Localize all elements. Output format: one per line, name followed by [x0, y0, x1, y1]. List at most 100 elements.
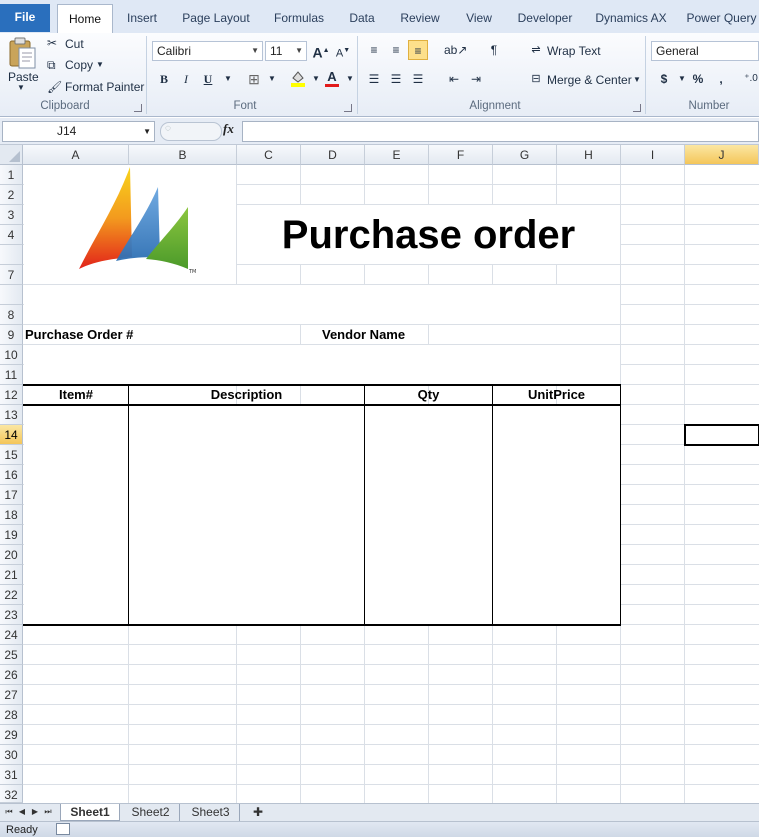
- sheet-tab-active[interactable]: Sheet1: [60, 804, 120, 821]
- select-all-corner[interactable]: [0, 145, 23, 165]
- align-right-icon[interactable]: ☰: [408, 69, 428, 89]
- row-header[interactable]: 13: [0, 405, 23, 425]
- copy-dropdown-icon[interactable]: ▼: [96, 60, 104, 69]
- align-bottom-icon[interactable]: ≡: [408, 40, 428, 60]
- cut-icon[interactable]: ✂: [47, 36, 57, 50]
- format-painter-icon[interactable]: 🖌: [47, 80, 62, 94]
- prev-sheet-icon[interactable]: ◀: [17, 804, 27, 821]
- tab-home[interactable]: Home: [57, 4, 113, 34]
- font-color-button[interactable]: A: [322, 67, 342, 87]
- underline-button[interactable]: U: [198, 69, 218, 89]
- row-header[interactable]: 4: [0, 225, 23, 245]
- row-header[interactable]: 16: [0, 465, 23, 485]
- row-header[interactable]: 27: [0, 685, 23, 705]
- underline-dropdown-icon[interactable]: ▼: [218, 69, 238, 89]
- sheet-tab[interactable]: Sheet2: [122, 804, 180, 821]
- paste-dropdown-icon[interactable]: ▼: [17, 83, 25, 92]
- row-header[interactable]: 3: [0, 205, 23, 225]
- orientation-icon[interactable]: ab↗: [444, 40, 467, 60]
- column-header[interactable]: F: [429, 145, 493, 165]
- row-header[interactable]: 31: [0, 765, 23, 785]
- clipboard-launcher-icon[interactable]: [134, 104, 142, 112]
- active-cell[interactable]: [684, 424, 759, 446]
- paragraph-direction-icon[interactable]: ¶: [484, 40, 504, 60]
- formula-input[interactable]: [242, 121, 759, 142]
- row-header[interactable]: 10: [0, 345, 23, 365]
- tab-view[interactable]: View: [458, 4, 500, 32]
- increase-indent-icon[interactable]: ⇥: [466, 69, 486, 89]
- column-header[interactable]: E: [365, 145, 429, 165]
- comma-button[interactable]: ,: [711, 69, 731, 89]
- row-header[interactable]: 2: [0, 185, 23, 205]
- fx-icon[interactable]: fx: [223, 121, 234, 137]
- insert-sheet-icon[interactable]: ✚: [246, 804, 270, 821]
- decrease-indent-icon[interactable]: ⇤: [444, 69, 464, 89]
- sheet-tab[interactable]: Sheet3: [182, 804, 240, 821]
- table-header-unitprice[interactable]: UnitPrice: [493, 387, 620, 402]
- row-header[interactable]: 18: [0, 505, 23, 525]
- fill-color-icon[interactable]: [288, 68, 308, 88]
- grow-font-icon[interactable]: A▲: [311, 41, 331, 61]
- row-header[interactable]: 28: [0, 705, 23, 725]
- row-header[interactable]: 30: [0, 745, 23, 765]
- column-header[interactable]: C: [237, 145, 301, 165]
- currency-button[interactable]: $: [654, 69, 674, 89]
- column-header[interactable]: A: [23, 145, 129, 165]
- column-header[interactable]: B: [129, 145, 237, 165]
- row-header[interactable]: 1: [0, 165, 23, 185]
- merge-center-button[interactable]: Merge & Center: [547, 73, 632, 87]
- borders-icon[interactable]: ⊞: [244, 69, 264, 89]
- percent-button[interactable]: %: [688, 69, 708, 89]
- cut-button[interactable]: Cut: [65, 37, 84, 51]
- paste-button[interactable]: Paste: [8, 70, 39, 84]
- copy-button[interactable]: Copy: [65, 58, 93, 72]
- row-header[interactable]: 32: [0, 785, 23, 803]
- row-header[interactable]: 25: [0, 645, 23, 665]
- first-sheet-icon[interactable]: ⏮: [4, 804, 14, 821]
- number-format-combo[interactable]: General: [651, 41, 759, 61]
- row-header[interactable]: 17: [0, 485, 23, 505]
- bold-button[interactable]: B: [154, 69, 174, 89]
- row-header[interactable]: 11: [0, 365, 23, 385]
- tab-developer[interactable]: Developer: [510, 4, 580, 32]
- table-header-item[interactable]: Item#: [24, 387, 128, 402]
- table-header-qty[interactable]: Qty: [365, 387, 492, 402]
- alignment-launcher-icon[interactable]: [633, 104, 641, 112]
- row-header[interactable]: 24: [0, 625, 23, 645]
- row-header[interactable]: 20: [0, 545, 23, 565]
- wrap-text-icon[interactable]: ⇌: [526, 40, 546, 60]
- column-header[interactable]: D: [301, 145, 365, 165]
- macro-record-icon[interactable]: [56, 823, 70, 835]
- column-header[interactable]: G: [493, 145, 557, 165]
- last-sheet-icon[interactable]: ⏭: [43, 804, 53, 821]
- row-header[interactable]: 21: [0, 565, 23, 585]
- row-header[interactable]: [0, 285, 23, 305]
- row-header-selected[interactable]: 14: [0, 425, 23, 445]
- column-header[interactable]: H: [557, 145, 621, 165]
- tab-power-query[interactable]: Power Query: [684, 4, 759, 32]
- row-header[interactable]: 15: [0, 445, 23, 465]
- table-header-description[interactable]: Description: [129, 387, 364, 402]
- borders-dropdown-icon[interactable]: ▼: [262, 69, 282, 89]
- shrink-font-icon[interactable]: A▼: [333, 41, 353, 61]
- tab-page-layout[interactable]: Page Layout: [178, 4, 254, 32]
- tab-dynamics-ax[interactable]: Dynamics AX: [592, 4, 670, 32]
- merge-dropdown-icon[interactable]: ▼: [633, 75, 641, 84]
- row-header[interactable]: 7: [0, 265, 23, 285]
- row-header[interactable]: 26: [0, 665, 23, 685]
- next-sheet-icon[interactable]: ▶: [30, 804, 40, 821]
- align-top-icon[interactable]: ≡: [364, 40, 384, 60]
- tab-insert[interactable]: Insert: [118, 4, 166, 32]
- row-header[interactable]: 23: [0, 605, 23, 625]
- merge-center-icon[interactable]: ⊟: [526, 69, 546, 89]
- tab-review[interactable]: Review: [395, 4, 445, 32]
- row-header[interactable]: 22: [0, 585, 23, 605]
- row-header[interactable]: 9: [0, 325, 23, 345]
- column-header-selected[interactable]: J: [685, 145, 759, 165]
- font-size-combo[interactable]: 11 ▼: [265, 41, 307, 61]
- copy-icon[interactable]: ⧉: [47, 58, 56, 73]
- row-header[interactable]: 29: [0, 725, 23, 745]
- vendor-value-cell[interactable]: [429, 325, 620, 344]
- row-header[interactable]: 12: [0, 385, 23, 405]
- column-header[interactable]: I: [621, 145, 685, 165]
